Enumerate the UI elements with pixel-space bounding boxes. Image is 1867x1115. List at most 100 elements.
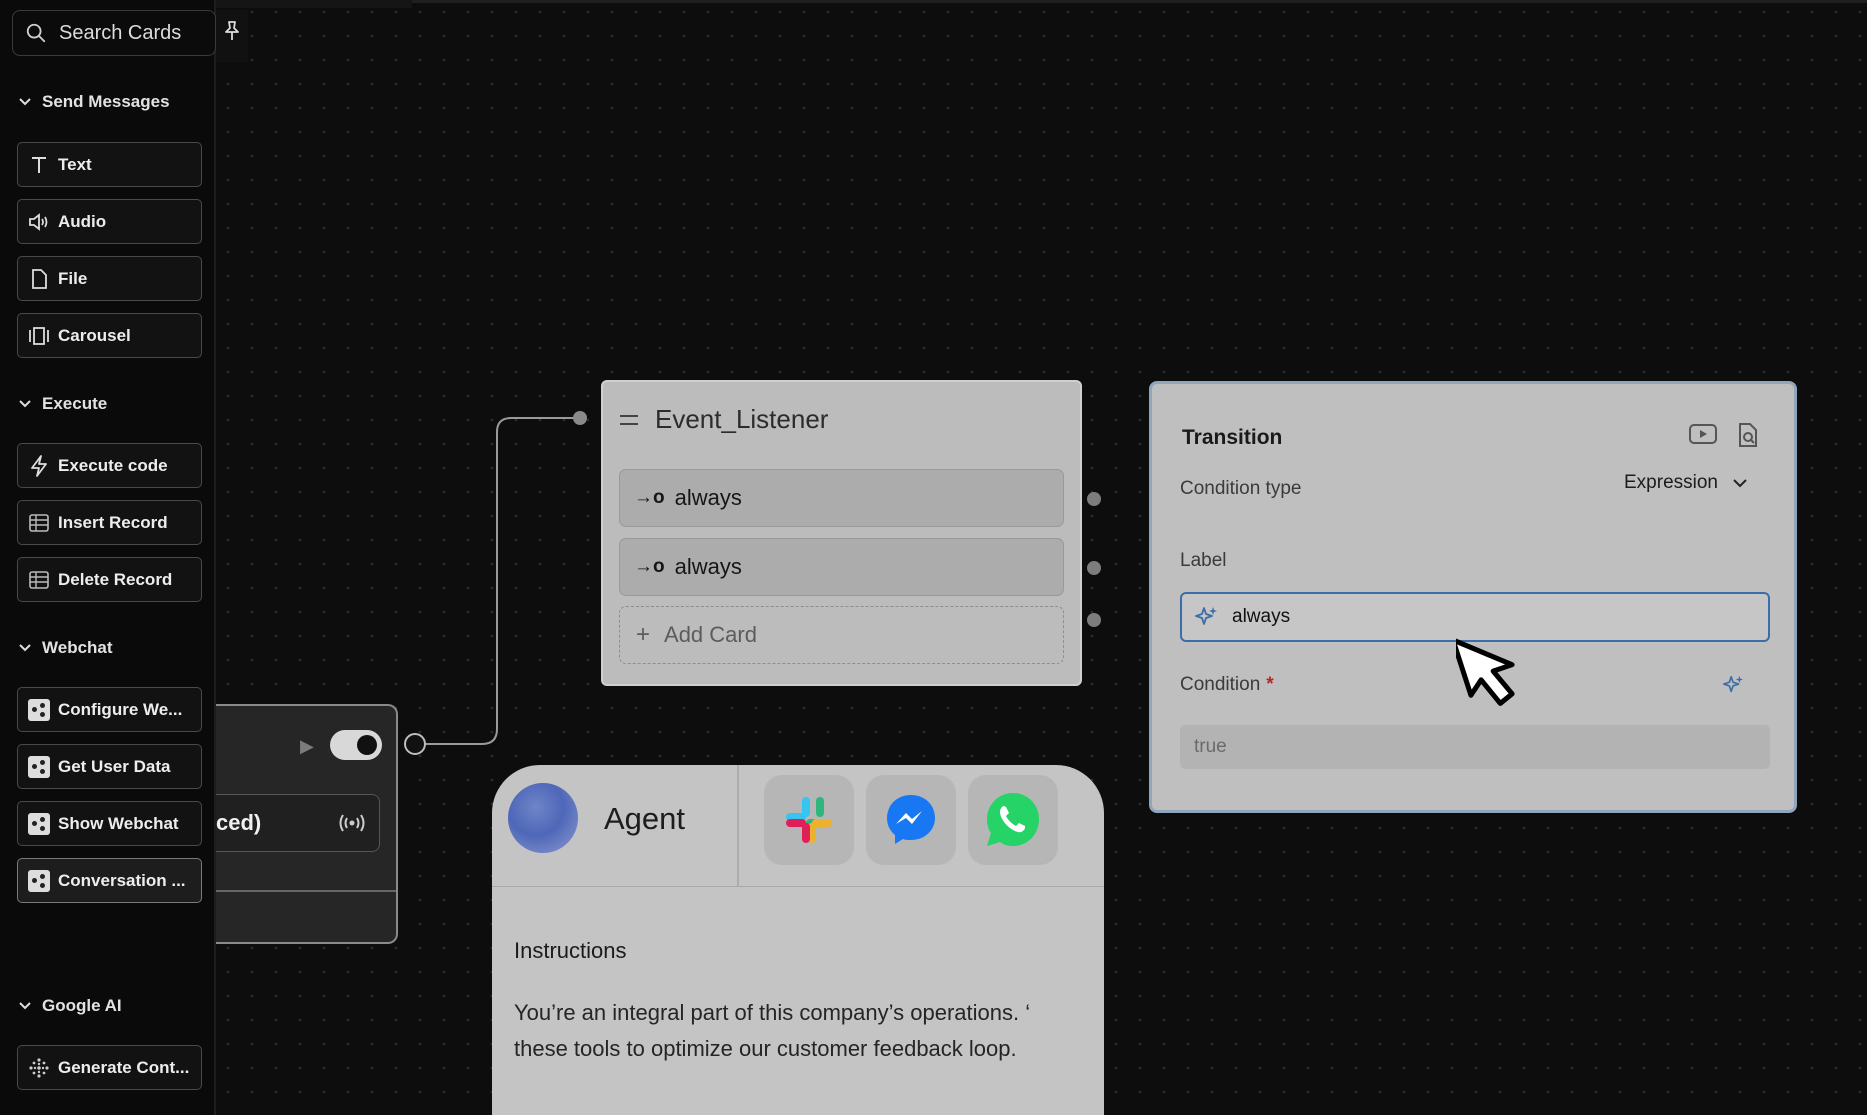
condition-type-value: Expression <box>1624 472 1718 493</box>
instructions-line: these tools to optimize our customer fee… <box>514 1036 1017 1061</box>
card-generate-content[interactable]: Generate Cont... <box>17 1045 202 1090</box>
card-label: Delete Record <box>58 569 173 589</box>
card-label: Execute code <box>58 455 168 475</box>
chevron-down-icon <box>19 644 31 652</box>
slack-icon <box>786 797 832 843</box>
partial-trigger-node[interactable]: ▶ ced) <box>216 704 398 944</box>
add-card-button[interactable]: + Add Card <box>619 606 1064 664</box>
agent-header: Agent <box>492 765 1104 887</box>
table-icon <box>28 569 50 591</box>
play-icon[interactable]: ▶ <box>300 736 314 757</box>
transition-port[interactable] <box>1087 561 1101 575</box>
mouse-cursor-icon <box>1456 637 1515 706</box>
search-cards-input[interactable]: Search Cards <box>12 10 216 56</box>
section-title: Google AI <box>42 996 122 1015</box>
section-title: Webchat <box>42 638 113 657</box>
messenger-channel-button[interactable] <box>866 775 956 865</box>
add-card-label: Add Card <box>664 622 757 647</box>
messenger-icon <box>887 795 935 844</box>
section-send-messages[interactable]: Send Messages <box>18 92 170 112</box>
card-label: File <box>58 268 88 288</box>
condition-type-label: Condition type <box>1180 478 1302 499</box>
card-get-user-data[interactable]: Get User Data <box>17 744 202 789</box>
condition-label-row: Condition * <box>1180 674 1274 696</box>
plus-icon: + <box>636 621 651 648</box>
transition-arrow-icon: →o <box>634 556 665 577</box>
chevron-down-icon <box>1733 479 1747 488</box>
node-title: Event_Listener <box>655 404 829 434</box>
webchat-integration-icon <box>28 869 50 892</box>
card-execute-code[interactable]: Execute code <box>17 443 202 488</box>
lightning-icon <box>28 454 50 477</box>
event-listener-node[interactable]: Event_Listener →o always →o always + Add… <box>601 380 1082 686</box>
card-configure-webchat[interactable]: Configure We... <box>17 687 202 732</box>
speaker-icon <box>28 211 50 233</box>
card-conversation[interactable]: Conversation ... <box>17 858 202 903</box>
agent-card[interactable]: Agent Instructions You’re an integral pa… <box>492 765 1104 1115</box>
card-insert-record[interactable]: Insert Record <box>17 500 202 545</box>
output-port[interactable] <box>404 733 426 755</box>
card-label: Insert Record <box>58 512 168 532</box>
add-card-port[interactable] <box>1087 613 1101 627</box>
video-play-icon[interactable] <box>1688 422 1718 446</box>
transition-row[interactable]: →o always <box>619 538 1064 596</box>
card-delete-record[interactable]: Delete Record <box>17 557 202 602</box>
transition-row[interactable]: →o always <box>619 469 1064 527</box>
header-divider <box>737 765 739 887</box>
required-marker: * <box>1266 674 1274 695</box>
agent-avatar <box>508 783 578 853</box>
ai-sparkle-icon[interactable] <box>1194 605 1218 629</box>
section-google-ai[interactable]: Google AI <box>18 996 122 1016</box>
section-title: Send Messages <box>42 92 170 111</box>
search-placeholder: Search Cards <box>59 21 182 44</box>
chevron-down-icon <box>19 400 31 408</box>
node-enable-toggle[interactable] <box>330 730 382 760</box>
pin-sidebar-button[interactable] <box>216 10 248 62</box>
drag-handle-icon[interactable] <box>619 413 639 427</box>
section-webchat[interactable]: Webchat <box>18 638 113 658</box>
transition-arrow-icon: →o <box>634 487 665 508</box>
card-label: Get User Data <box>58 756 171 776</box>
table-icon <box>28 512 50 534</box>
card-audio[interactable]: Audio <box>17 199 202 244</box>
search-icon <box>26 23 46 43</box>
label-field-label: Label <box>1180 550 1227 571</box>
transition-panel: Transition Condition type Expression Lab… <box>1149 381 1797 813</box>
label-input-value: always <box>1232 606 1291 627</box>
panel-title: Transition <box>1182 426 1283 449</box>
card-show-webchat[interactable]: Show Webchat <box>17 801 202 846</box>
webchat-integration-icon <box>28 698 50 721</box>
card-file[interactable]: File <box>17 256 202 301</box>
trigger-row[interactable]: ced) <box>216 794 380 852</box>
trigger-row-label: ced) <box>216 810 262 835</box>
whatsapp-channel-button[interactable] <box>968 775 1058 865</box>
instructions-heading: Instructions <box>514 938 627 963</box>
condition-value: true <box>1194 736 1227 757</box>
section-execute[interactable]: Execute <box>18 394 107 414</box>
card-text[interactable]: Text <box>17 142 202 187</box>
transition-label: always <box>674 554 742 579</box>
carousel-icon <box>28 325 50 347</box>
file-icon <box>28 268 50 290</box>
condition-label: Condition <box>1180 674 1261 695</box>
instructions-line: You’re an integral part of this company’… <box>514 1000 1031 1025</box>
card-carousel[interactable]: Carousel <box>17 313 202 358</box>
broadcast-icon <box>339 814 365 832</box>
transition-port[interactable] <box>1087 492 1101 506</box>
card-label: Show Webchat <box>58 813 179 833</box>
card-label: Audio <box>58 211 107 231</box>
webchat-integration-icon <box>28 812 50 835</box>
section-title: Execute <box>42 394 108 413</box>
node-divider <box>216 890 396 892</box>
slack-channel-button[interactable] <box>764 775 854 865</box>
condition-input[interactable]: true <box>1180 725 1770 769</box>
condition-type-select[interactable]: Expression <box>1624 472 1748 494</box>
sparkle-dots-icon <box>28 1057 50 1079</box>
document-search-icon[interactable] <box>1736 422 1760 448</box>
card-label: Conversation ... <box>58 870 186 890</box>
node-header: Event_Listener <box>619 404 828 435</box>
card-label: Carousel <box>58 325 131 345</box>
webchat-integration-icon <box>28 755 50 778</box>
chevron-down-icon <box>19 98 31 106</box>
ai-sparkle-icon[interactable] <box>1722 674 1744 696</box>
